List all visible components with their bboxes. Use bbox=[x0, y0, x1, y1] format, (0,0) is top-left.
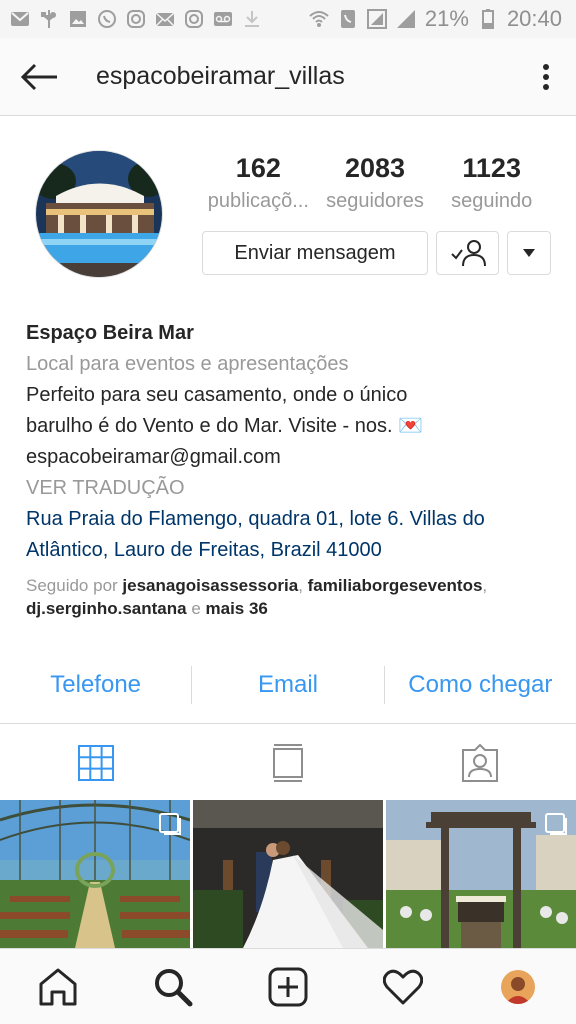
tab-grid[interactable] bbox=[0, 724, 192, 801]
post-thumbnail[interactable] bbox=[0, 800, 190, 948]
more-vertical-icon bbox=[543, 63, 549, 90]
send-message-button[interactable]: Enviar mensagem bbox=[202, 231, 428, 275]
phone-contact-button[interactable]: Telefone bbox=[0, 671, 191, 699]
followers-stat[interactable]: 2083 seguidores bbox=[317, 150, 434, 216]
wifi-icon bbox=[309, 9, 329, 29]
post-grid bbox=[0, 800, 576, 948]
address-line: Atlântico, Lauro de Freitas, Brazil 4100… bbox=[26, 539, 382, 561]
nav-home[interactable] bbox=[0, 949, 115, 1024]
profile-avatar[interactable] bbox=[35, 150, 163, 278]
mail-icon bbox=[155, 9, 175, 29]
suggestions-dropdown-button[interactable] bbox=[507, 231, 551, 275]
clock: 20:40 bbox=[506, 6, 562, 31]
nav-new-post[interactable] bbox=[230, 949, 345, 1024]
address-line: Rua Praia do Flamengo, quadra 01, lote 6… bbox=[26, 508, 485, 530]
following-button[interactable] bbox=[436, 231, 499, 275]
post-image bbox=[193, 800, 383, 948]
whatsapp-icon bbox=[97, 9, 117, 29]
address-link[interactable]: Rua Praia do Flamengo, quadra 01, lote 6… bbox=[26, 504, 556, 566]
profile-bio: Espaço Beira Mar Local para eventos e ap… bbox=[26, 318, 556, 566]
tab-tagged[interactable] bbox=[384, 724, 576, 801]
followers-count: 2083 bbox=[344, 153, 406, 183]
heart-icon bbox=[383, 969, 424, 1004]
bio-text-line: Perfeito para seu casamento, onde o únic… bbox=[26, 384, 408, 406]
profile-name: Espaço Beira Mar bbox=[26, 322, 194, 344]
home-icon bbox=[39, 968, 77, 1005]
feed-icon bbox=[273, 743, 303, 782]
separator: , bbox=[482, 576, 488, 595]
follower-username: jesanagoisassessoria bbox=[122, 576, 299, 595]
message-icon bbox=[10, 9, 30, 29]
posts-count: 162 bbox=[235, 153, 281, 183]
voicemail-icon bbox=[213, 9, 233, 29]
signal-icon bbox=[396, 9, 416, 29]
posts-label: publicaçõ... bbox=[207, 190, 309, 212]
back-button[interactable] bbox=[0, 38, 78, 116]
separator: e bbox=[186, 599, 206, 618]
search-icon bbox=[154, 968, 193, 1006]
post-thumbnail[interactable] bbox=[193, 800, 383, 948]
carousel-icon bbox=[159, 813, 181, 835]
profile-avatar bbox=[501, 969, 536, 1004]
instagram-icon bbox=[126, 9, 146, 29]
nav-activity[interactable] bbox=[346, 949, 461, 1024]
see-translation-link[interactable]: VER TRADUÇÃO bbox=[26, 473, 556, 504]
bio-email[interactable]: espacobeiramar@gmail.com bbox=[26, 442, 556, 473]
separator: , bbox=[298, 576, 308, 595]
profile-username: espacobeiramar_villas bbox=[96, 62, 345, 90]
profile-tabs bbox=[0, 723, 576, 801]
add-icon bbox=[268, 967, 308, 1006]
usb-icon bbox=[39, 9, 59, 29]
tagged-icon bbox=[462, 743, 498, 782]
following-label: seguindo bbox=[451, 190, 533, 212]
battery-percent: 21% bbox=[424, 6, 469, 31]
nav-profile[interactable] bbox=[461, 949, 576, 1024]
profile-category: Local para eventos e apresentações bbox=[26, 353, 349, 375]
following-count: 1123 bbox=[462, 153, 521, 183]
post-thumbnail[interactable] bbox=[386, 800, 576, 948]
arrow-left-icon bbox=[20, 63, 57, 90]
grid-icon bbox=[78, 744, 114, 781]
instagram-icon bbox=[184, 9, 204, 29]
tab-feed[interactable] bbox=[192, 724, 384, 801]
more-followers: mais 36 bbox=[205, 599, 268, 618]
download-icon bbox=[242, 9, 262, 29]
profile-actions: Enviar mensagem bbox=[202, 231, 551, 275]
following-user-icon bbox=[450, 240, 486, 267]
bottom-navigation bbox=[0, 948, 576, 1024]
more-options-button[interactable] bbox=[516, 38, 576, 116]
bio-text-line: barulho é do Vento e do Mar. Visite - no… bbox=[26, 415, 423, 437]
followed-by-text[interactable]: Seguido por jesanagoisassessoria, famili… bbox=[26, 574, 556, 620]
followed-by-prefix: Seguido por bbox=[26, 576, 123, 595]
follower-username: dj.serginho.santana bbox=[26, 599, 187, 618]
following-stat[interactable]: 1123 seguindo bbox=[433, 150, 550, 216]
email-contact-button[interactable]: Email bbox=[192, 671, 383, 699]
contact-options: Telefone Email Como chegar bbox=[0, 662, 576, 708]
profile-stats: 162 publicaçõ... 2083 seguidores 1123 se… bbox=[200, 150, 550, 216]
battery-icon bbox=[478, 9, 498, 29]
followers-label: seguidores bbox=[326, 190, 424, 212]
status-bar: 21% 20:40 bbox=[0, 0, 576, 38]
directions-button[interactable]: Como chegar bbox=[385, 671, 576, 699]
triangle-down-icon bbox=[523, 249, 535, 257]
follower-username: familiaborgeseventos bbox=[307, 576, 483, 595]
data-icon bbox=[366, 9, 387, 29]
image-icon bbox=[68, 9, 88, 29]
nav-search[interactable] bbox=[115, 949, 230, 1024]
profile-header: espacobeiramar_villas bbox=[0, 38, 576, 116]
phone-icon bbox=[338, 9, 358, 29]
posts-stat[interactable]: 162 publicaçõ... bbox=[200, 150, 317, 216]
carousel-icon bbox=[545, 813, 567, 835]
